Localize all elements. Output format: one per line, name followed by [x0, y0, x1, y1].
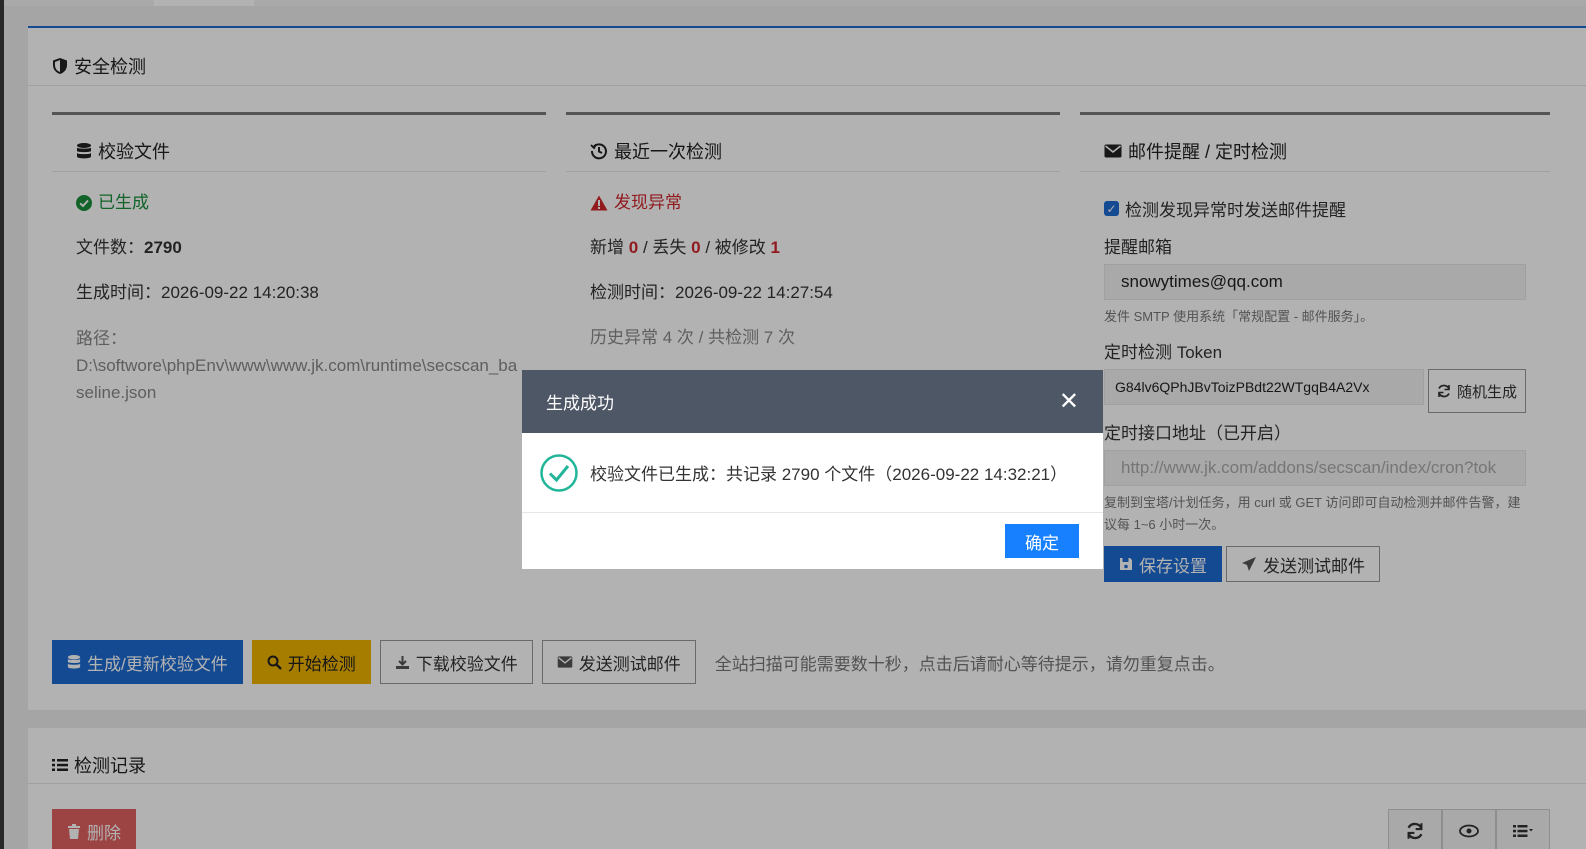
success-dialog: 生成成功 ✕ 校验文件已生成：共记录 2790 个文件（2026-09-22 1… [522, 370, 1103, 569]
dialog-title: 生成成功 [546, 394, 614, 413]
confirm-button[interactable]: 确定 [1005, 524, 1079, 558]
dialog-message: 校验文件已生成：共记录 2790 个文件（2026-09-22 14:32:21… [590, 465, 1068, 484]
dialog-header: 生成成功 ✕ [522, 370, 1103, 433]
dialog-footer: 确定 [522, 513, 1103, 569]
success-check-icon [540, 453, 578, 492]
close-icon[interactable]: ✕ [1059, 387, 1079, 416]
dialog-body: 校验文件已生成：共记录 2790 个文件（2026-09-22 14:32:21… [522, 433, 1103, 513]
